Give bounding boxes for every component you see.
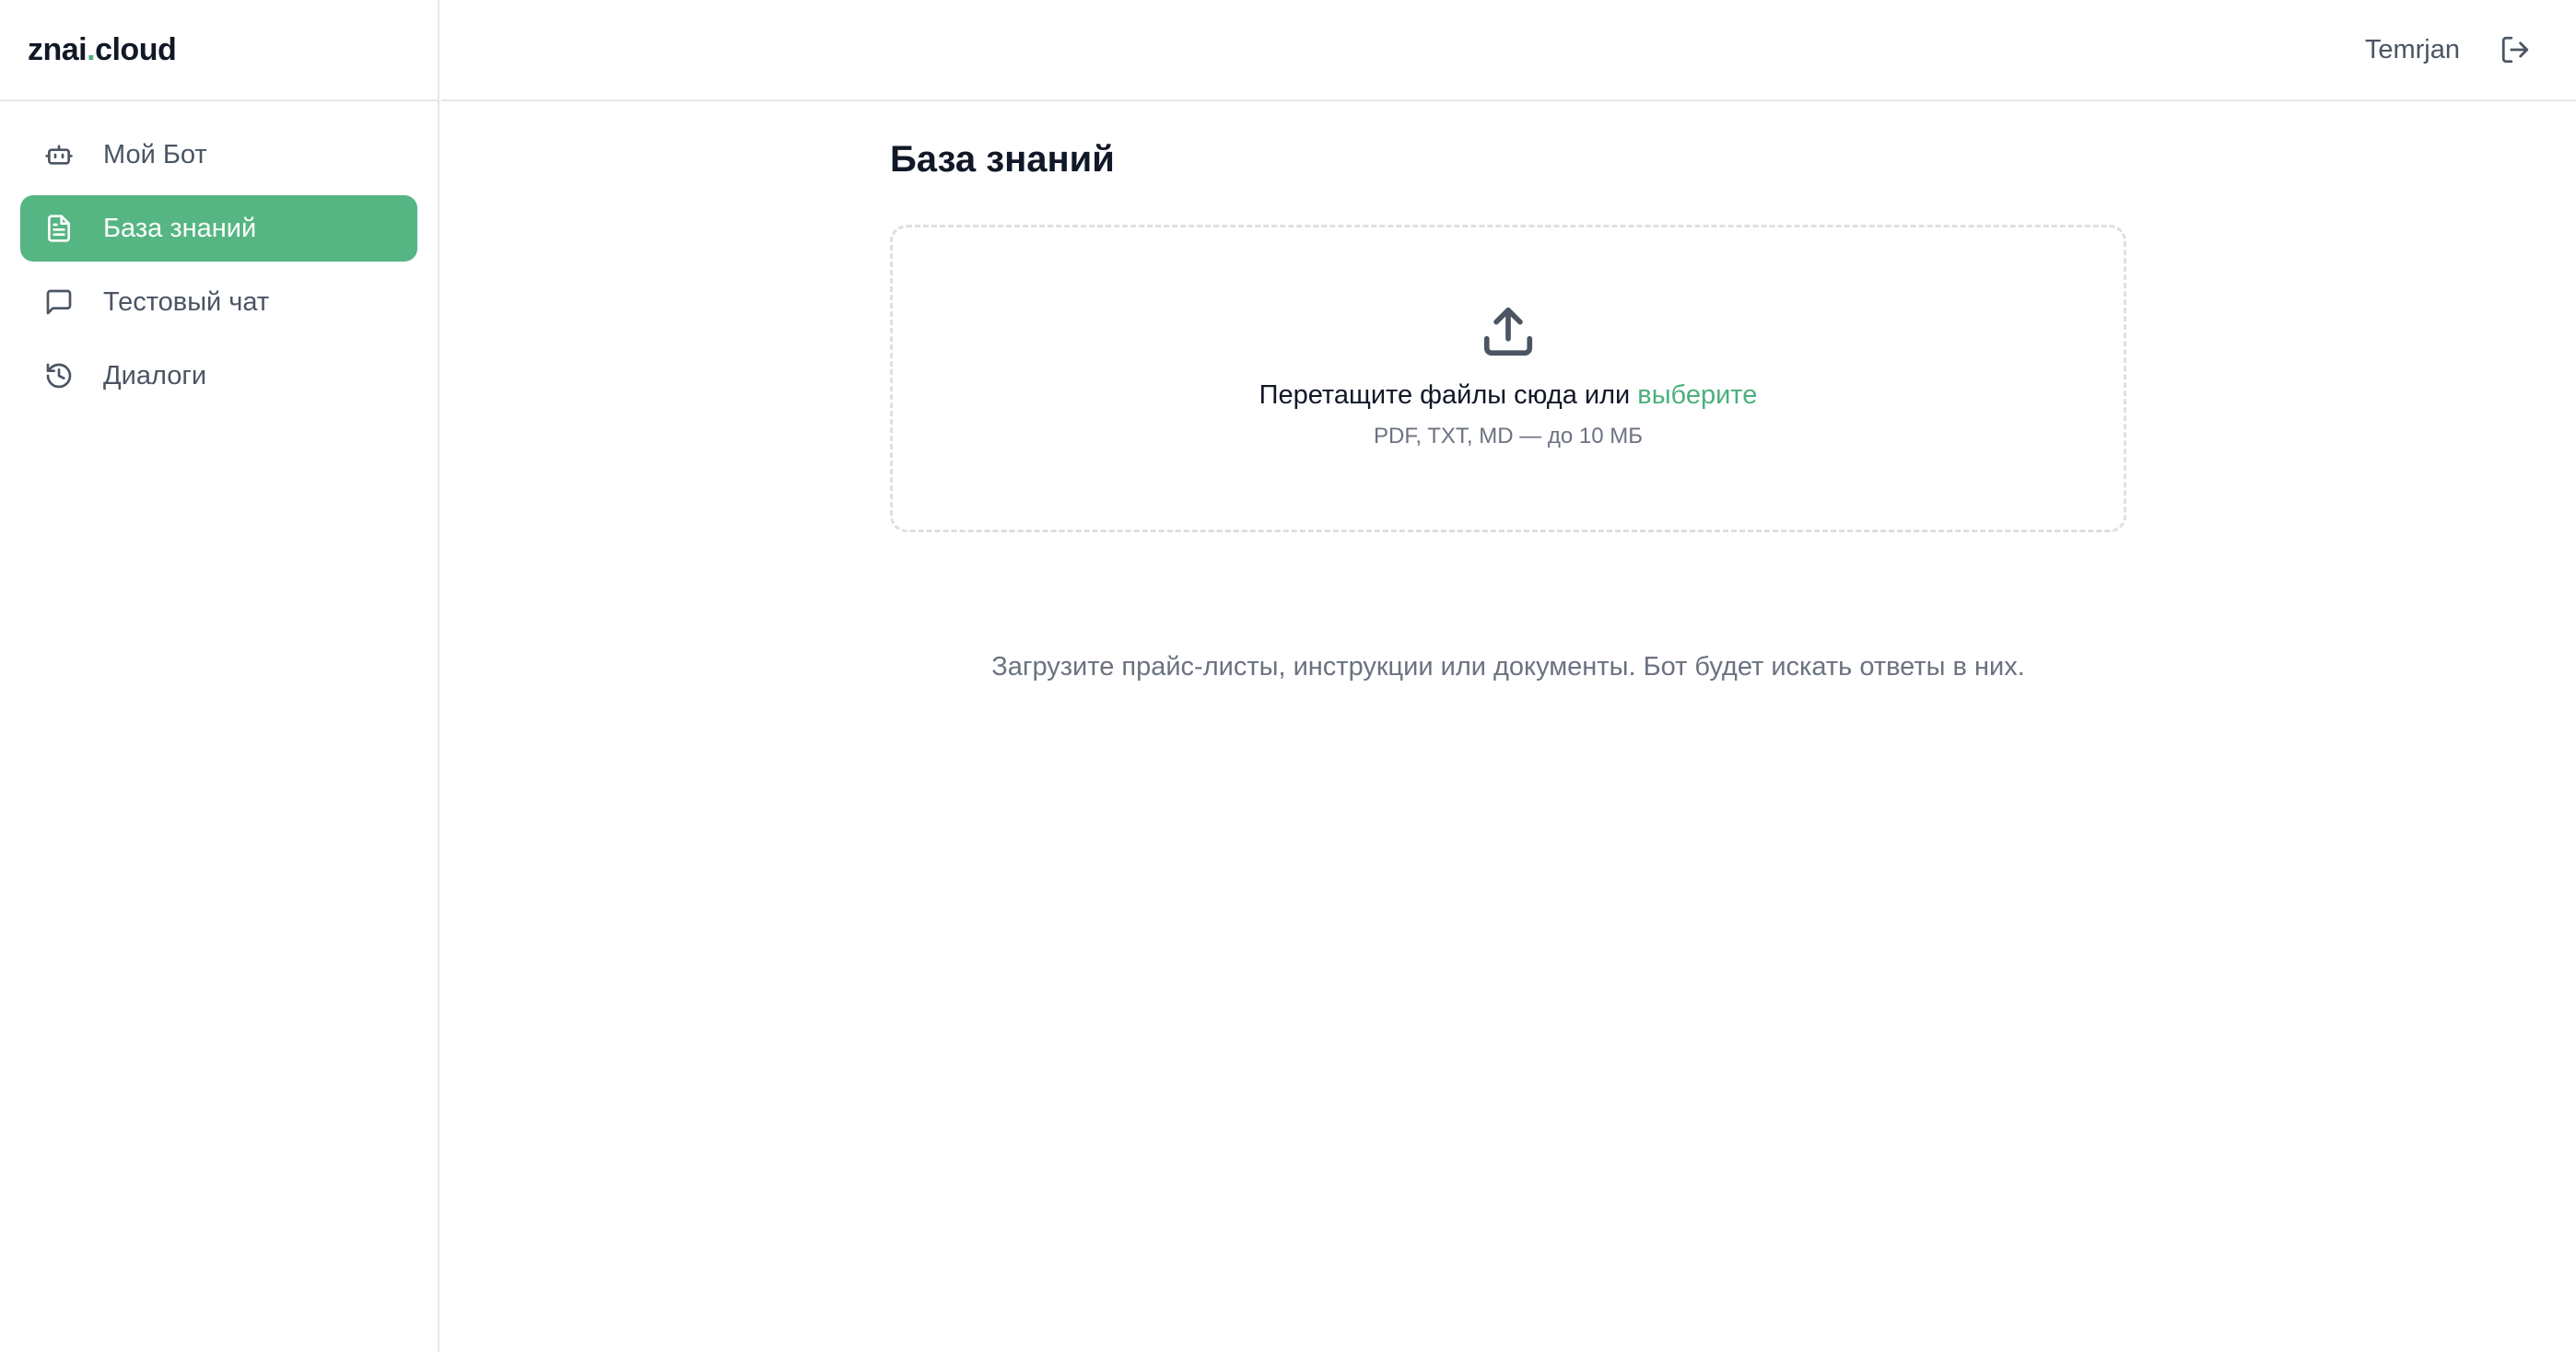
file-dropzone[interactable]: Перетащите файлы сюда или выберите PDF, … [890,225,2126,532]
logout-icon [2501,36,2529,64]
main-content: База знаний Перетащите файлы сюда или вы… [890,103,2126,682]
sidebar-item-dialogs[interactable]: Диалоги [20,343,417,409]
username[interactable]: Temrjan [2365,35,2460,65]
document-icon [42,212,76,245]
logo-dot: . [87,31,96,67]
dropzone-prompt: Перетащите файлы сюда или [1259,380,1638,410]
logo-bar: znai.cloud [0,0,438,101]
logo-prefix: znai [28,31,88,67]
logo[interactable]: znai.cloud [28,31,177,68]
dropzone-text: Перетащите файлы сюда или выберите [1259,380,1758,411]
page-title: База знаний [890,139,1115,180]
dropzone-hint: PDF, TXT, MD — до 10 МБ [1373,424,1644,449]
sidebar-item-label: Мой Бот [103,139,207,169]
app-window: znai.cloud Мой Бот База знаний Тестовый … [0,0,2576,1352]
empty-state-text: Загрузите прайс-листы, инструкции или до… [991,652,2025,682]
sidebar-item-knowledge-base[interactable]: База знаний [20,195,417,262]
upload-icon [1480,303,1537,360]
top-bar: Temrjan [441,0,2576,101]
logout-button[interactable] [2497,31,2534,68]
history-icon [42,359,76,392]
chat-icon [42,286,76,319]
sidebar: znai.cloud Мой Бот База знаний Тестовый … [0,0,439,1352]
sidebar-item-label: База знаний [103,213,257,243]
sidebar-nav: Мой Бот База знаний Тестовый чат Диалоги [0,122,438,409]
sidebar-item-my-bot[interactable]: Мой Бот [20,122,417,188]
bot-icon [42,138,76,171]
sidebar-item-test-chat[interactable]: Тестовый чат [20,269,417,335]
choose-files-link[interactable]: выберите [1637,380,1757,410]
logo-suffix: cloud [95,31,177,67]
sidebar-item-label: Диалоги [103,360,207,390]
sidebar-item-label: Тестовый чат [103,286,270,317]
